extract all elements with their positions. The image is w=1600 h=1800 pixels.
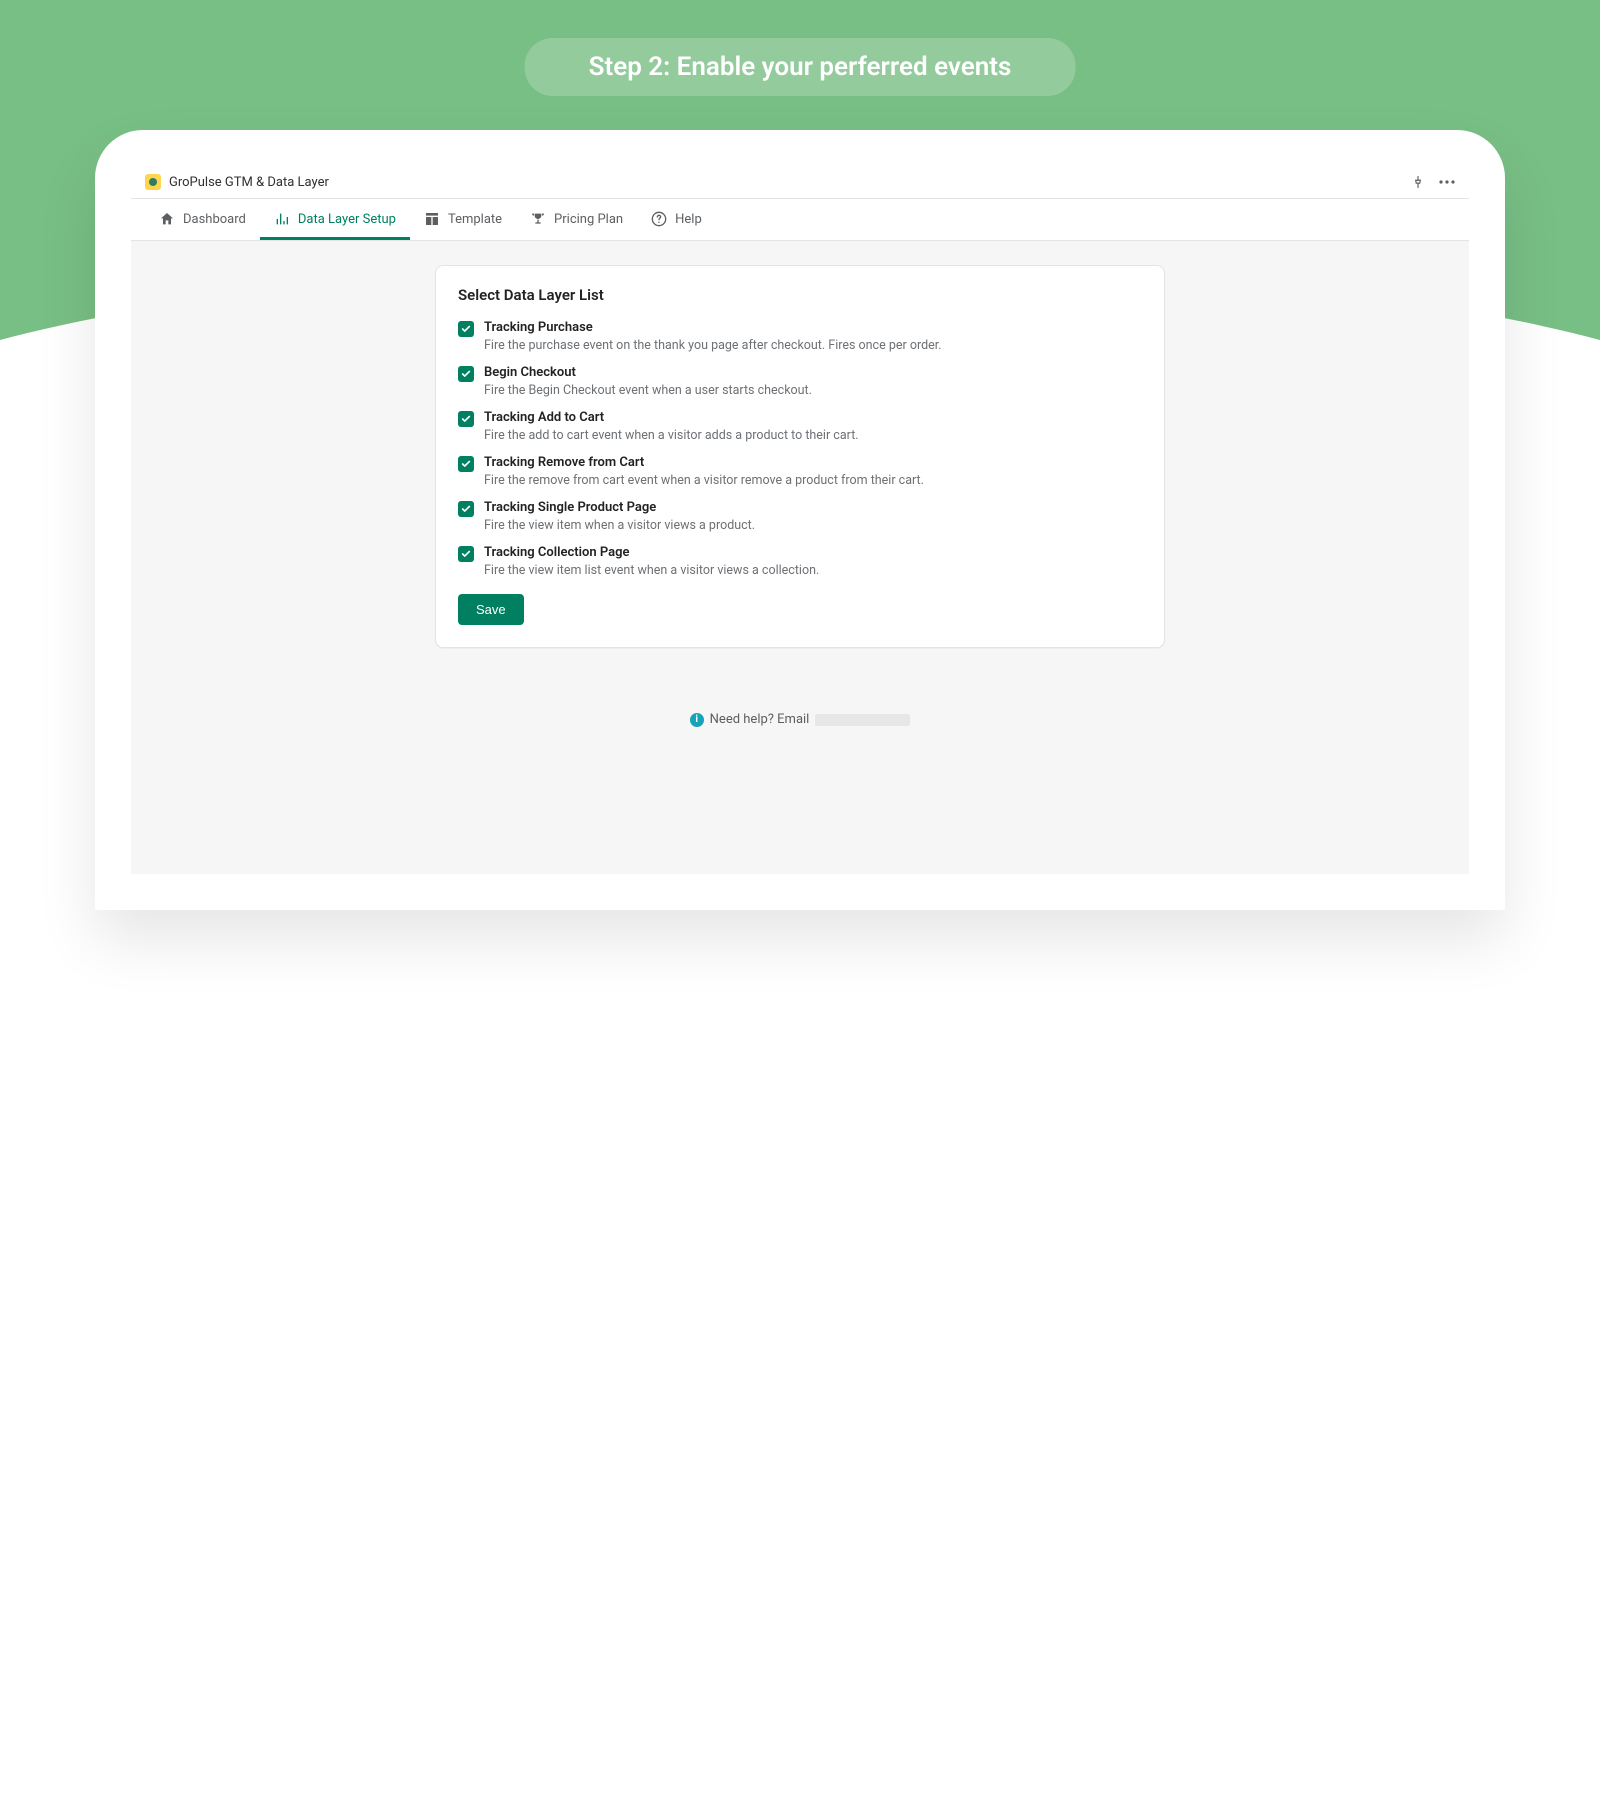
card-title: Select Data Layer List — [458, 286, 1142, 304]
data-layer-card: Select Data Layer List Tracking Purchase… — [435, 265, 1165, 648]
event-row: Tracking Purchase Fire the purchase event… — [458, 320, 1142, 353]
pin-icon[interactable] — [1411, 175, 1425, 189]
event-checkbox[interactable] — [458, 456, 474, 472]
event-description: Fire the add to cart event when a visito… — [484, 428, 859, 443]
tab-label: Data Layer Setup — [298, 212, 396, 227]
app-header-left: GroPulse GTM & Data Layer — [145, 174, 329, 190]
event-checkbox[interactable] — [458, 546, 474, 562]
tab-template[interactable]: Template — [410, 199, 516, 240]
tab-dashboard[interactable]: Dashboard — [145, 199, 260, 240]
event-description: Fire the purchase event on the thank you… — [484, 338, 942, 353]
event-checkbox[interactable] — [458, 366, 474, 382]
event-label: Begin Checkout — [484, 365, 812, 380]
event-text: Tracking Remove from Cart Fire the remove… — [484, 455, 924, 488]
tab-label: Template — [448, 212, 502, 227]
step-banner: Step 2: Enable your perferred events — [525, 38, 1076, 96]
event-label: Tracking Purchase — [484, 320, 942, 335]
event-label: Tracking Collection Page — [484, 545, 819, 560]
app-header-actions — [1411, 175, 1455, 189]
app-window: GroPulse GTM & Data Layer Dashboard Data … — [131, 166, 1469, 874]
email-placeholder — [815, 714, 910, 726]
tab-label: Help — [675, 212, 702, 227]
event-row: Tracking Collection Page Fire the view it… — [458, 545, 1142, 578]
event-description: Fire the remove from cart event when a v… — [484, 473, 924, 488]
info-icon: i — [690, 713, 704, 727]
app-title: GroPulse GTM & Data Layer — [169, 175, 329, 190]
tab-data-layer-setup[interactable]: Data Layer Setup — [260, 199, 410, 240]
event-description: Fire the view item list event when a vis… — [484, 563, 819, 578]
tab-label: Dashboard — [183, 212, 246, 227]
help-icon — [651, 211, 667, 227]
event-label: Tracking Remove from Cart — [484, 455, 924, 470]
app-header: GroPulse GTM & Data Layer — [131, 166, 1469, 199]
template-icon — [424, 211, 440, 227]
event-description: Fire the Begin Checkout event when a use… — [484, 383, 812, 398]
event-checkbox[interactable] — [458, 501, 474, 517]
event-checkbox[interactable] — [458, 321, 474, 337]
event-row: Tracking Remove from Cart Fire the remove… — [458, 455, 1142, 488]
more-icon[interactable] — [1439, 180, 1455, 184]
event-text: Tracking Single Product Page Fire the vie… — [484, 500, 755, 533]
app-logo-icon — [145, 174, 161, 190]
help-text: Need help? Email — [710, 712, 810, 727]
event-label: Tracking Add to Cart — [484, 410, 859, 425]
sliders-icon — [274, 211, 290, 227]
tab-pricing-plan[interactable]: Pricing Plan — [516, 199, 637, 240]
tab-bar: Dashboard Data Layer Setup Template Pricing… — [131, 199, 1469, 241]
trophy-icon — [530, 211, 546, 227]
event-text: Tracking Add to Cart Fire the add to cart… — [484, 410, 859, 443]
event-description: Fire the view item when a visitor views … — [484, 518, 755, 533]
event-text: Begin Checkout Fire the Begin Checkout ev… — [484, 365, 812, 398]
main-area: Select Data Layer List Tracking Purchase… — [131, 241, 1469, 874]
event-text: Tracking Purchase Fire the purchase event… — [484, 320, 942, 353]
event-text: Tracking Collection Page Fire the view it… — [484, 545, 819, 578]
help-footer: i Need help? Email — [690, 712, 911, 727]
event-checkbox[interactable] — [458, 411, 474, 427]
event-label: Tracking Single Product Page — [484, 500, 755, 515]
event-row: Tracking Single Product Page Fire the vie… — [458, 500, 1142, 533]
save-button[interactable]: Save — [458, 594, 524, 625]
event-row: Tracking Add to Cart Fire the add to cart… — [458, 410, 1142, 443]
tab-label: Pricing Plan — [554, 212, 623, 227]
event-row: Begin Checkout Fire the Begin Checkout ev… — [458, 365, 1142, 398]
home-icon — [159, 211, 175, 227]
tab-help[interactable]: Help — [637, 199, 716, 240]
device-frame: GroPulse GTM & Data Layer Dashboard Data … — [95, 130, 1505, 910]
